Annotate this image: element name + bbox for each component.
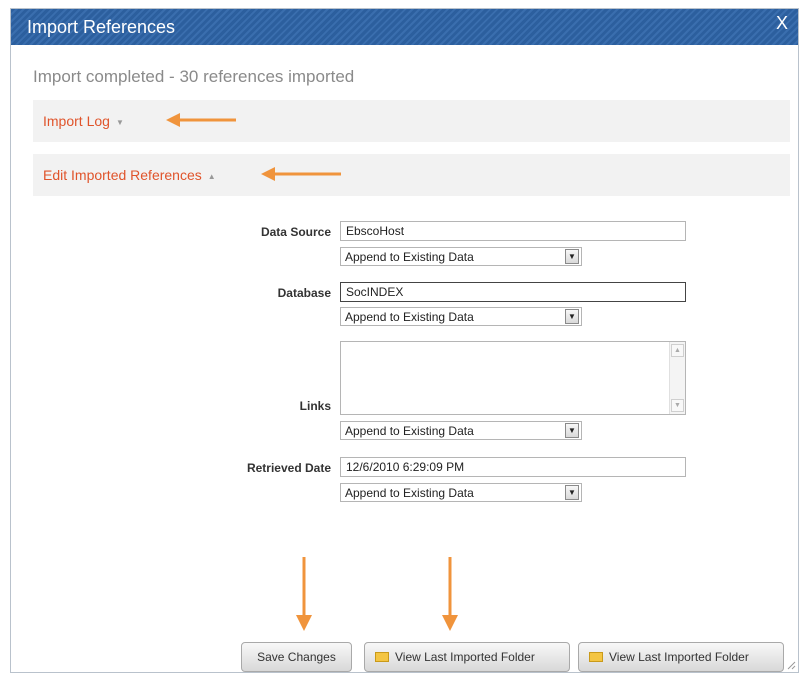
- retrieved-date-label: Retrieved Date: [246, 461, 331, 475]
- chevron-down-icon[interactable]: ▼: [565, 249, 579, 264]
- annotation-arrow-left-icon: [166, 113, 236, 127]
- database-field[interactable]: SocINDEX: [340, 282, 686, 302]
- data-source-field[interactable]: EbscoHost: [340, 221, 686, 241]
- links-mode-select[interactable]: Append to Existing Data ▼: [340, 421, 582, 440]
- annotation-arrow-down-icon: [296, 557, 312, 631]
- folder-icon: [589, 651, 603, 662]
- chevron-up-icon: ▲: [207, 171, 216, 181]
- import-status-text: Import completed - 30 references importe…: [33, 67, 355, 86]
- links-mode-value: Append to Existing Data: [345, 424, 474, 438]
- view-last-imported-folder-label-2: View Last Imported Folder: [609, 650, 749, 664]
- resize-grip-icon[interactable]: [786, 660, 796, 670]
- save-changes-label: Save Changes: [257, 650, 336, 664]
- chevron-down-icon: ▼: [115, 117, 124, 127]
- database-label: Database: [277, 286, 331, 300]
- chevron-down-icon[interactable]: ▼: [565, 309, 579, 324]
- database-mode-value: Append to Existing Data: [345, 310, 474, 324]
- import-references-dialog: Import References X Import completed - 3…: [10, 8, 799, 673]
- dialog-title: Import References: [27, 17, 176, 37]
- data-source-mode-select[interactable]: Append to Existing Data ▼: [340, 247, 582, 266]
- scroll-down-icon[interactable]: ▼: [671, 399, 684, 412]
- folder-icon: [375, 651, 389, 662]
- annotation-arrow-left-icon: [261, 167, 341, 181]
- scroll-up-icon[interactable]: ▲: [671, 344, 684, 357]
- retrieved-date-mode-value: Append to Existing Data: [345, 486, 474, 500]
- edit-imported-references-section: Edit Imported References ▲: [33, 154, 790, 196]
- view-last-imported-folder-button[interactable]: View Last Imported Folder: [364, 642, 570, 672]
- dialog-title-bar: Import References X: [11, 9, 798, 45]
- save-changes-button[interactable]: Save Changes: [241, 642, 352, 672]
- import-log-toggle[interactable]: Import Log ▼: [43, 113, 124, 129]
- chevron-down-icon[interactable]: ▼: [565, 423, 579, 438]
- retrieved-date-mode-select[interactable]: Append to Existing Data ▼: [340, 483, 582, 502]
- view-last-imported-folder-button-2[interactable]: View Last Imported Folder: [578, 642, 784, 672]
- retrieved-date-field[interactable]: 12/6/2010 6:29:09 PM: [340, 457, 686, 477]
- links-textarea[interactable]: ▲ ▼: [340, 341, 686, 415]
- data-source-mode-value: Append to Existing Data: [345, 250, 474, 264]
- links-label: Links: [299, 399, 331, 413]
- data-source-label: Data Source: [260, 225, 331, 239]
- import-log-label: Import Log: [43, 113, 110, 129]
- links-scrollbar[interactable]: ▲ ▼: [669, 342, 685, 414]
- database-mode-select[interactable]: Append to Existing Data ▼: [340, 307, 582, 326]
- view-last-imported-folder-label: View Last Imported Folder: [395, 650, 535, 664]
- edit-imported-references-toggle[interactable]: Edit Imported References ▲: [43, 167, 216, 183]
- import-log-section: Import Log ▼: [33, 100, 790, 142]
- close-icon[interactable]: X: [776, 13, 788, 34]
- annotation-arrow-down-icon: [442, 557, 458, 631]
- edit-imported-references-label: Edit Imported References: [43, 167, 202, 183]
- chevron-down-icon[interactable]: ▼: [565, 485, 579, 500]
